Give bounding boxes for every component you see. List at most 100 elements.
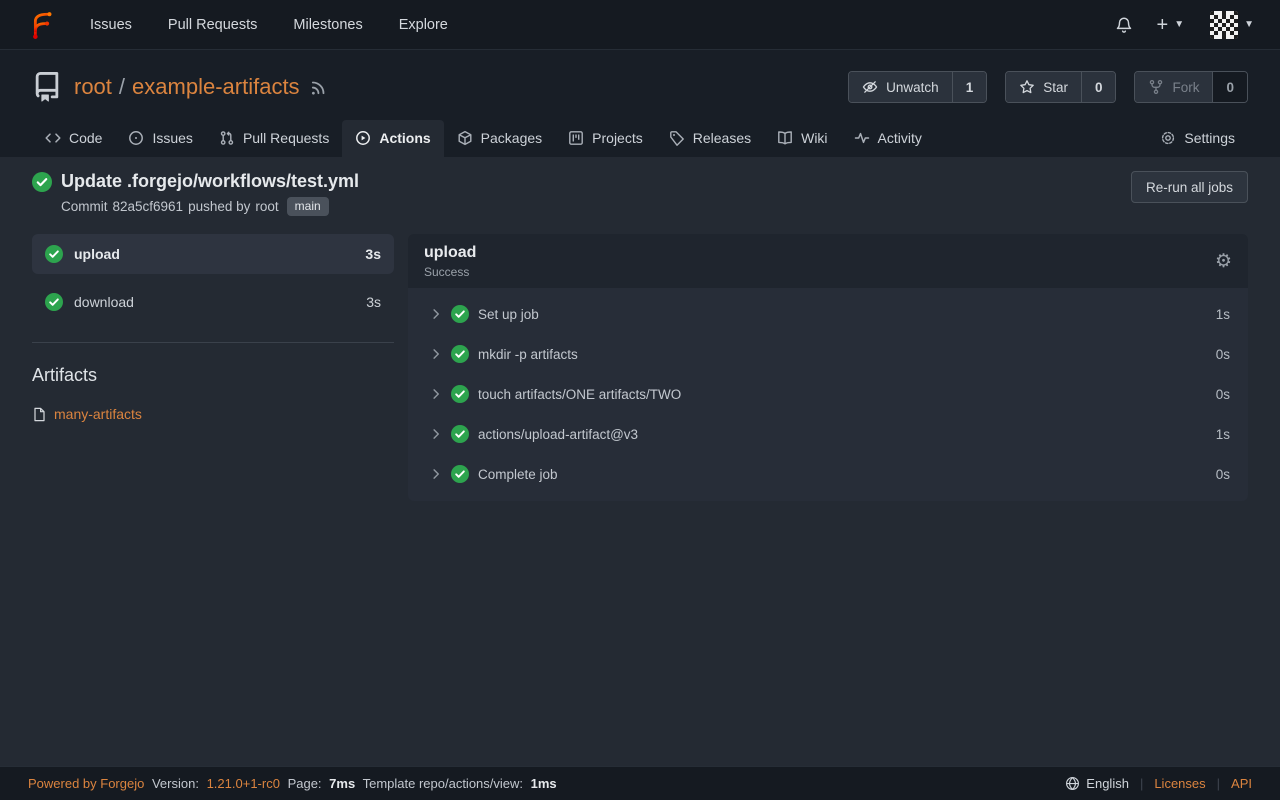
nav-link-milestones[interactable]: Milestones <box>293 17 362 33</box>
job-steps-list: Set up job 1s mkdir -p artifacts 0s touc… <box>408 288 1248 501</box>
branch-badge[interactable]: main <box>287 197 329 216</box>
chevron-right-icon <box>430 308 442 320</box>
chevron-down-icon: ▼ <box>1244 19 1254 30</box>
powered-by-link[interactable]: Powered by Forgejo <box>28 776 144 791</box>
actions-run-view: Update .forgejo/workflows/test.yml Commi… <box>0 157 1280 766</box>
stars-count[interactable]: 0 <box>1081 72 1116 102</box>
footer-right: English | Licenses | API <box>1065 776 1252 791</box>
pull-request-icon <box>219 130 235 146</box>
job-duration: 3s <box>365 246 381 262</box>
chevron-right-icon <box>430 428 442 440</box>
jobs-sidebar: upload 3s download 3s Artifacts many-art… <box>32 234 394 422</box>
avatar <box>1210 11 1238 39</box>
eye-slash-icon <box>862 79 878 95</box>
step-name: actions/upload-artifact@v3 <box>478 427 638 442</box>
notifications-bell-icon[interactable] <box>1115 16 1133 34</box>
tab-actions[interactable]: Actions <box>342 120 443 157</box>
run-header: Update .forgejo/workflows/test.yml Commi… <box>32 171 1248 216</box>
step-row-mkdir[interactable]: mkdir -p artifacts 0s <box>408 334 1248 374</box>
step-row-set-up-job[interactable]: Set up job 1s <box>408 294 1248 334</box>
page-render-time: 7ms <box>329 776 355 791</box>
tag-icon <box>669 130 685 146</box>
forgejo-logo-icon[interactable] <box>26 10 56 40</box>
step-row-upload-artifact[interactable]: actions/upload-artifact@v3 1s <box>408 414 1248 454</box>
licenses-link[interactable]: Licenses <box>1154 776 1205 791</box>
chevron-right-icon <box>430 468 442 480</box>
job-name: download <box>74 294 134 310</box>
api-link[interactable]: API <box>1231 776 1252 791</box>
step-duration: 1s <box>1216 427 1230 442</box>
version-link[interactable]: 1.21.0+1-rc0 <box>207 776 280 791</box>
repo-title-row: root / example-artifacts Unwatch <box>32 66 1248 108</box>
log-settings-gear-icon[interactable]: ⚙ <box>1215 252 1232 271</box>
commit-sha[interactable]: 82a5cf6961 <box>113 199 184 214</box>
tab-projects[interactable]: Projects <box>555 120 656 157</box>
commit-line: Commit 82a5cf6961 pushed by root main <box>61 197 359 216</box>
top-navbar: Issues Pull Requests Milestones Explore … <box>0 0 1280 50</box>
fork-button: Fork <box>1135 72 1212 102</box>
tab-pull-requests[interactable]: Pull Requests <box>206 120 342 157</box>
play-circle-icon <box>355 130 371 146</box>
book-open-icon <box>777 130 793 146</box>
unwatch-button[interactable]: Unwatch <box>849 72 952 102</box>
repo-separator: / <box>119 74 125 100</box>
step-row-complete-job[interactable]: Complete job 0s <box>408 454 1248 494</box>
repo-action-buttons: Unwatch 1 Star 0 <box>848 71 1248 103</box>
success-check-icon <box>451 385 469 403</box>
project-board-icon <box>568 130 584 146</box>
user-menu[interactable]: ▼ <box>1210 11 1254 39</box>
chevron-right-icon <box>430 388 442 400</box>
tab-wiki[interactable]: Wiki <box>764 120 840 157</box>
commit-author[interactable]: root <box>255 199 278 214</box>
create-new-menu[interactable]: + ▼ <box>1157 15 1185 35</box>
nav-link-issues[interactable]: Issues <box>90 17 132 33</box>
tab-packages[interactable]: Packages <box>444 120 555 157</box>
repo-book-icon <box>32 72 62 102</box>
nav-link-explore[interactable]: Explore <box>399 17 448 33</box>
star-button-group: Star 0 <box>1005 71 1116 103</box>
issue-circle-icon <box>128 130 144 146</box>
job-detail-panel: upload Success ⚙ Set up job 1s mkdir -p … <box>408 234 1248 501</box>
forks-count[interactable]: 0 <box>1212 72 1247 102</box>
artifact-name: many-artifacts <box>54 406 142 422</box>
tab-issues[interactable]: Issues <box>115 120 205 157</box>
code-icon <box>45 130 61 146</box>
job-item-upload[interactable]: upload 3s <box>32 234 394 274</box>
step-name: Complete job <box>478 467 558 482</box>
artifact-link-many-artifacts[interactable]: many-artifacts <box>32 406 394 422</box>
success-check-icon <box>451 345 469 363</box>
success-check-icon <box>45 293 63 311</box>
file-icon <box>32 407 47 422</box>
star-icon <box>1019 79 1035 95</box>
job-item-download[interactable]: download 3s <box>32 282 394 322</box>
job-detail-status: Success <box>424 265 476 279</box>
globe-icon <box>1065 776 1080 791</box>
star-button[interactable]: Star <box>1006 72 1081 102</box>
tab-settings[interactable]: Settings <box>1147 120 1248 157</box>
chevron-down-icon: ▼ <box>1174 19 1184 30</box>
success-check-icon <box>45 245 63 263</box>
nav-link-pull-requests[interactable]: Pull Requests <box>168 17 257 33</box>
page-footer: Powered by Forgejo Version: 1.21.0+1-rc0… <box>0 766 1280 800</box>
language-selector[interactable]: English <box>1065 776 1129 791</box>
sidebar-divider <box>32 342 394 343</box>
repo-name-link[interactable]: example-artifacts <box>132 74 300 100</box>
plus-icon: + <box>1157 15 1169 35</box>
step-name: Set up job <box>478 307 539 322</box>
settings-gear-icon <box>1160 130 1176 146</box>
repo-owner-link[interactable]: root <box>74 74 112 100</box>
footer-left: Powered by Forgejo Version: 1.21.0+1-rc0… <box>28 776 561 791</box>
watchers-count[interactable]: 1 <box>952 72 987 102</box>
tab-releases[interactable]: Releases <box>656 120 764 157</box>
tab-code[interactable]: Code <box>32 120 115 157</box>
tab-activity[interactable]: Activity <box>841 120 935 157</box>
repo-name: root / example-artifacts <box>74 74 300 100</box>
package-icon <box>457 130 473 146</box>
chevron-right-icon <box>430 348 442 360</box>
rerun-all-jobs-button[interactable]: Re-run all jobs <box>1131 171 1248 203</box>
success-check-icon <box>451 305 469 323</box>
rss-icon[interactable] <box>310 78 328 96</box>
step-duration: 0s <box>1216 347 1230 362</box>
navbar-right: + ▼ ▼ <box>1115 11 1255 39</box>
step-row-touch[interactable]: touch artifacts/ONE artifacts/TWO 0s <box>408 374 1248 414</box>
